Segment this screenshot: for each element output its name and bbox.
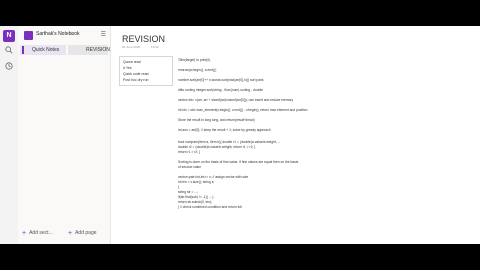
chevron-down-icon[interactable]: ⌄ [70,31,74,37]
note-line: vector<int> v(arr, arr + sizeof(arr)/siz… [178,98,294,102]
note-line: int len = v.size(); string s; [178,180,215,184]
note-line: mmrow(a.begin(), a.end()) [178,68,217,72]
note-line: Sorting is done on the basis of first va… [178,160,299,164]
page-time: 16:33 [151,45,159,49]
note-line: Tillin(target) to print(0) [178,58,211,62]
page-tab-revision[interactable]: REVISION [68,45,110,55]
note-line: vector<pair<int,int>> v; // assign vecto… [178,175,249,179]
note-line: int idx = std::max_element(v.begin(), v.… [178,108,308,112]
add-section-label: Add sect... [29,230,53,236]
note-line: Post hoc dry run [123,78,149,82]
note-line: ditto sorting integer.sort(string - floo… [178,88,264,92]
page-meta: 04 June 2020 16:33 [122,45,169,49]
left-rail: N [0,26,19,244]
onenote-window: N Sarthak's Notebook ⌄ ☰ Quick Notes REV… [0,26,480,244]
section-tab-quick-notes[interactable]: Quick Notes [20,45,66,55]
page-date: 04 June 2020 [122,45,141,49]
note-line: return r1 > r2; } [178,150,201,154]
onenote-logo-icon[interactable]: N [3,30,15,42]
note-line: number.sort(arr[0]++ n.words.sort(max(ar… [178,78,264,82]
notebook-pane: Sarthak's Notebook ⌄ ☰ Quick Notes REVIS… [18,26,111,244]
letterbox-bottom [0,244,480,270]
letterbox-top [0,0,480,26]
note-line: if(str.find(sub) != -1){ ... } [178,195,214,199]
add-page-button[interactable]: + Add page [68,230,97,237]
sort-pages-icon[interactable]: ☰ [101,31,106,38]
note-line: Quora read [123,60,141,64]
note-line: of second value [178,165,202,169]
note-container[interactable]: Quora read # Yes Quick code read Post ho… [119,56,173,86]
note-line: # Yes [123,66,132,70]
notebook-selector[interactable]: Sarthak's Notebook ⌄ ☰ [22,30,106,42]
section-label: Quick Notes [32,47,60,53]
search-icon[interactable] [5,46,13,54]
section-color-bar [22,46,24,54]
page-label: REVISION [86,47,110,53]
add-section-button[interactable]: + Add sect... [22,230,53,237]
page-canvas[interactable]: REVISION 04 June 2020 16:33 Quora read #… [111,26,480,244]
note-line: Quick code read [123,72,149,76]
recent-notes-icon[interactable] [5,62,13,70]
notebook-icon [24,31,33,40]
note-line: return str.substr(0, len); [178,200,213,204]
note-line: Store the result in long long, and retur… [178,118,255,122]
add-page-label: Add page [75,230,97,236]
note-line: int ans = arr[0]; // keep the result + 1… [178,128,271,132]
note-line: { [178,185,180,189]
note-line: double r2 = (double)b.value/b.weight; re… [178,145,256,149]
note-line: string str = ...; [178,190,199,194]
note-line: } // check combined condition and return… [178,205,242,209]
note-line: bool compare(Item a, Item b){ double r1 … [178,140,281,144]
page-title[interactable]: REVISION [122,34,165,44]
plus-icon: + [22,230,27,237]
plus-icon: + [68,230,73,237]
